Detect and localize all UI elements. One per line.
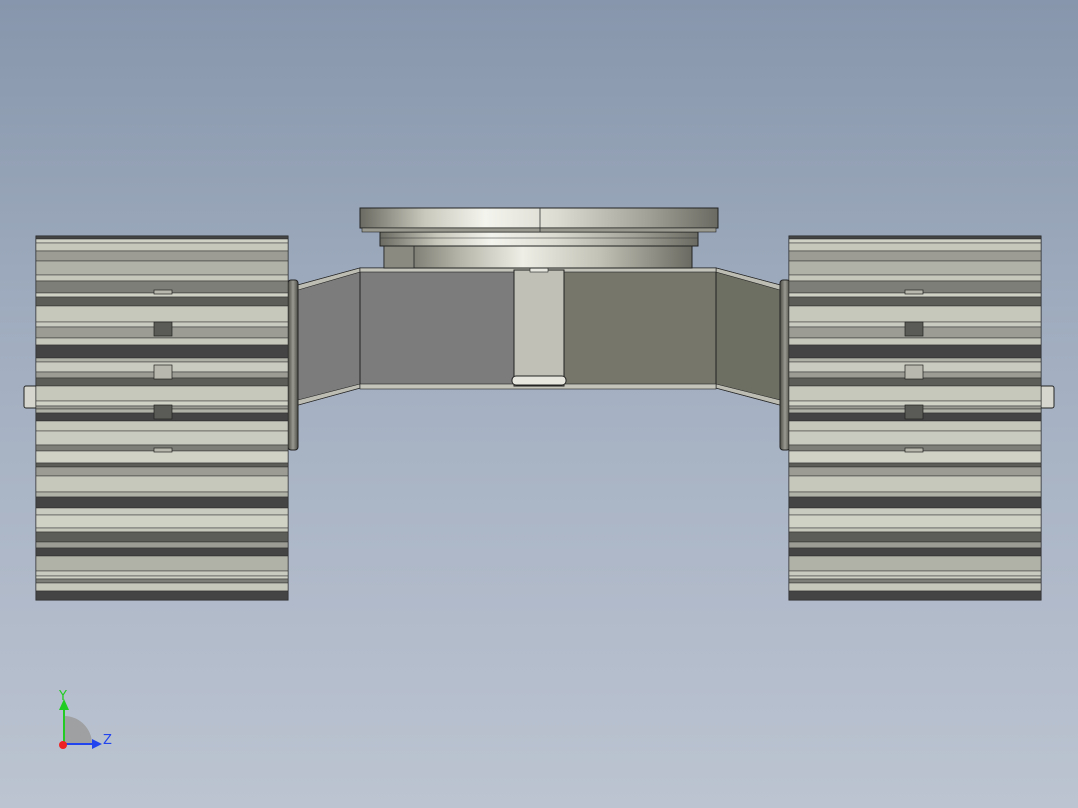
track-shoe: [35, 475, 289, 493]
z-axis-arrow-icon: [92, 739, 102, 749]
right-wing[interactable]: [715, 267, 781, 406]
graphics-viewport[interactable]: Y Z: [0, 0, 1078, 808]
track-shoe: [35, 547, 289, 557]
track-shoe: [35, 420, 289, 432]
track-shoe: [788, 430, 1042, 446]
track-shoe: [788, 344, 1042, 359]
track-lug: [904, 321, 924, 337]
beam-left-panel[interactable]: [359, 267, 515, 389]
track-shoe: [788, 385, 1042, 402]
track-shoe: [788, 357, 1042, 363]
track-shoe: [35, 496, 289, 509]
track-shoe: [35, 578, 289, 584]
track-shoe: [35, 507, 289, 516]
track-shoe: [788, 420, 1042, 432]
track-shoe: [35, 527, 289, 533]
beam-right-panel[interactable]: [563, 267, 717, 389]
track-shoe: [35, 296, 289, 307]
track-shoe: [788, 547, 1042, 557]
track-shoe: [35, 337, 289, 346]
track-shoe: [35, 305, 289, 323]
track-shoe: [788, 491, 1042, 498]
right-track[interactable]: [788, 235, 1042, 601]
track-shoe: [788, 475, 1042, 493]
track-shoe: [35, 491, 289, 498]
view-triad[interactable]: Y Z: [58, 689, 112, 749]
triad-arc: [64, 716, 92, 744]
track-shoe: [788, 337, 1042, 346]
track-shoe: [788, 555, 1042, 572]
track-shoe: [35, 242, 289, 252]
track-lug: [904, 404, 924, 420]
track-shoe: [788, 582, 1042, 592]
track-shoe: [788, 260, 1042, 276]
turntable[interactable]: [359, 207, 719, 269]
track-shoe: [35, 450, 289, 464]
track-shoe: [788, 450, 1042, 464]
track-shoe: [788, 541, 1042, 549]
track-shoe: [35, 274, 289, 282]
z-axis-label: Z: [103, 733, 112, 748]
track-lug: [904, 447, 924, 453]
left-track[interactable]: [35, 235, 289, 601]
track-shoe: [788, 462, 1042, 468]
center-body[interactable]: [297, 267, 781, 406]
track-shoe: [788, 296, 1042, 307]
track-shoe: [788, 527, 1042, 533]
track-shoe: [788, 496, 1042, 509]
track-shoe: [788, 507, 1042, 516]
x-axis-dot-icon: [59, 741, 67, 749]
track-shoe: [788, 466, 1042, 477]
track-shoe: [35, 570, 289, 577]
track-lug: [153, 289, 173, 295]
track-shoe: [788, 274, 1042, 282]
track-shoe: [35, 575, 289, 580]
track-shoe: [35, 582, 289, 592]
track-lug: [153, 404, 173, 420]
track-shoe: [788, 531, 1042, 543]
track-shoe: [35, 238, 289, 244]
track-shoe: [788, 250, 1042, 262]
track-shoe: [35, 235, 289, 240]
track-lug: [153, 321, 173, 337]
track-lug: [904, 289, 924, 295]
track-shoe: [35, 514, 289, 529]
track-shoe: [35, 541, 289, 549]
track-shoe: [788, 235, 1042, 240]
track-shoe: [35, 260, 289, 276]
track-shoe: [788, 238, 1042, 244]
track-shoe: [788, 575, 1042, 580]
y-axis-label: Y: [58, 689, 67, 704]
track-shoe: [35, 462, 289, 468]
track-shoe: [788, 570, 1042, 577]
track-shoe: [35, 555, 289, 572]
track-shoe: [788, 578, 1042, 584]
track-shoe: [35, 590, 289, 601]
track-shoe: [35, 466, 289, 477]
track-shoe: [788, 590, 1042, 601]
track-shoe: [788, 242, 1042, 252]
track-shoe: [788, 514, 1042, 529]
center-shaft[interactable]: [513, 269, 565, 387]
track-shoe: [35, 385, 289, 402]
track-shoe: [35, 250, 289, 262]
track-shoe: [35, 344, 289, 359]
track-shoe: [35, 531, 289, 543]
track-shoe: [35, 430, 289, 446]
track-shoe: [788, 305, 1042, 323]
track-lug: [153, 364, 173, 380]
track-lug: [153, 447, 173, 453]
left-wing[interactable]: [297, 267, 361, 406]
track-shoe: [35, 357, 289, 363]
track-lug: [904, 364, 924, 380]
